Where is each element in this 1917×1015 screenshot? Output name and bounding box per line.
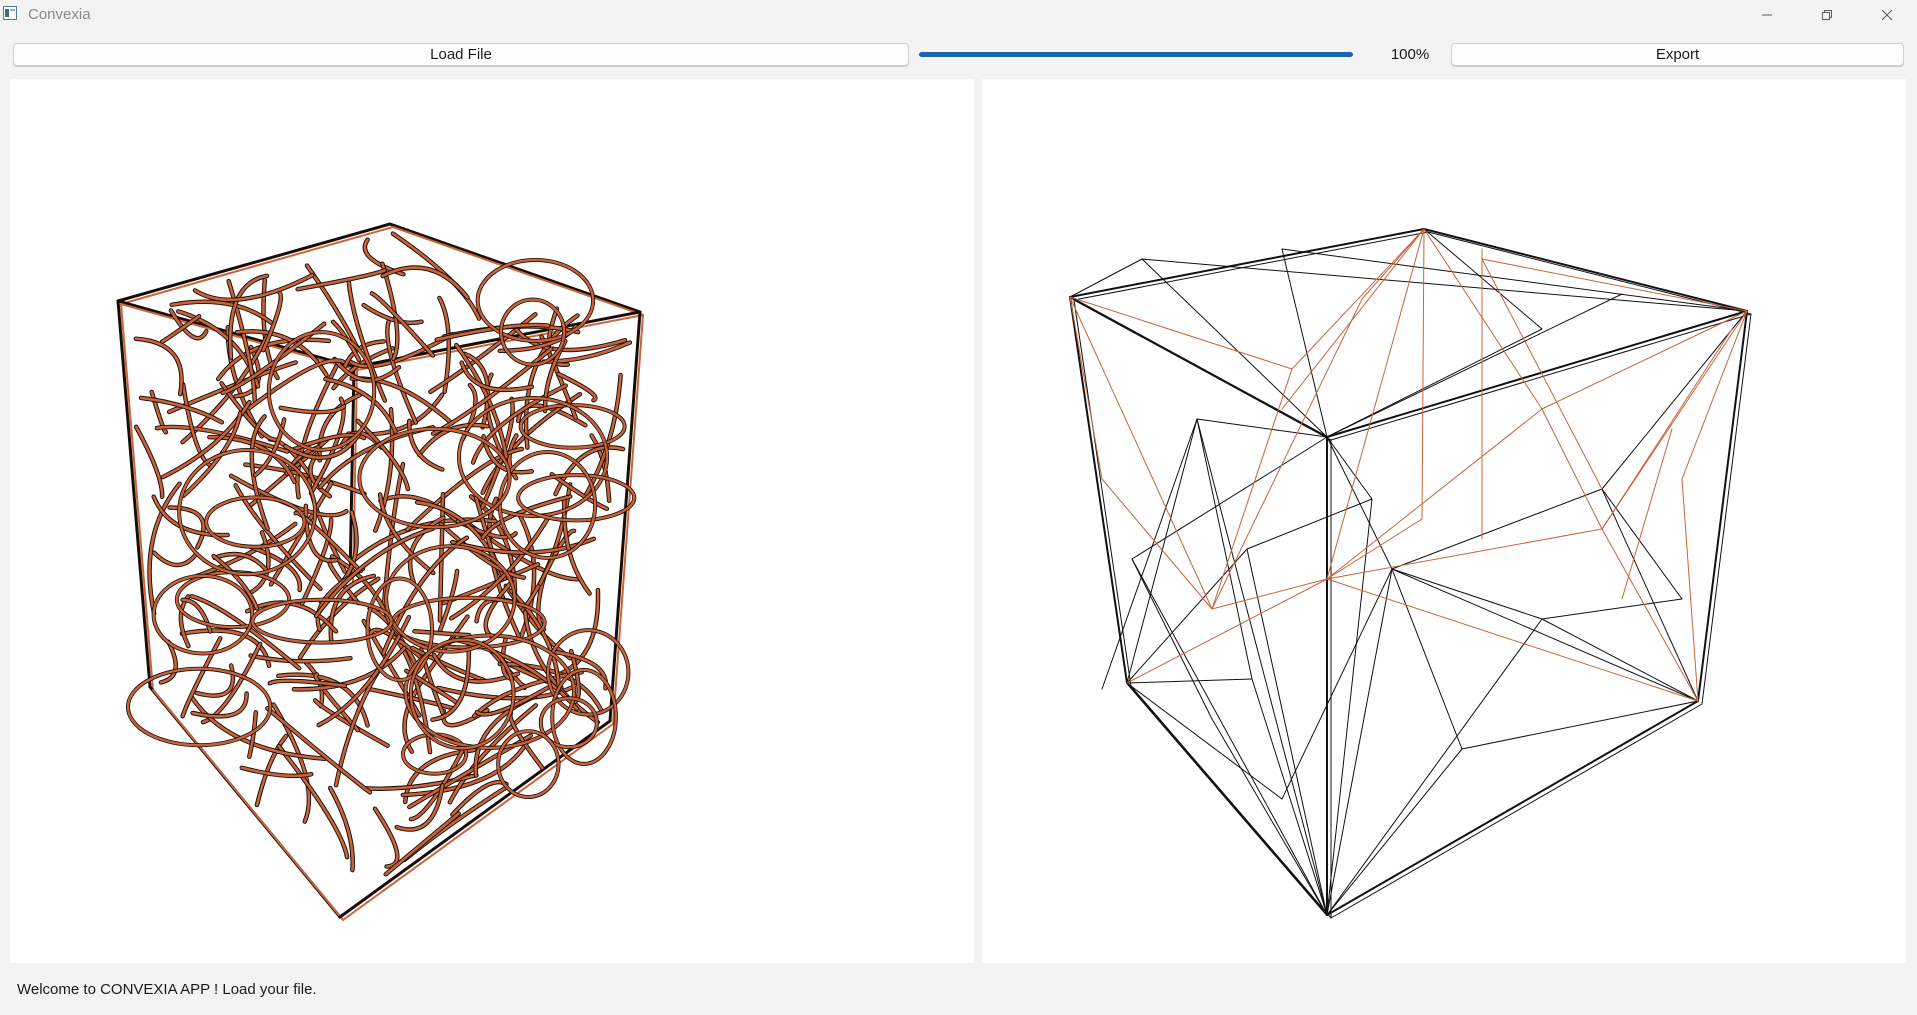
cube-edge <box>1073 299 1132 687</box>
triangulation-edge <box>1126 678 1253 684</box>
triangulation-edge <box>1131 558 1328 916</box>
window-title: Convexia <box>28 6 91 23</box>
triangulation-edge <box>1391 568 1699 702</box>
cube-edge <box>1701 313 1752 705</box>
convex-mesh-render <box>1069 228 1752 919</box>
triangulation-edge <box>1391 568 1463 750</box>
hidden-edge <box>1101 478 1213 610</box>
lattice-mesh-render <box>116 222 644 921</box>
cube-edge <box>152 689 344 921</box>
close-icon <box>1881 9 1893 21</box>
triangulation-edge <box>1391 568 1543 620</box>
progress-label: 100% <box>1390 46 1430 63</box>
lattice-strut <box>138 395 225 425</box>
lattice-strut <box>372 806 400 869</box>
triangulation-edge <box>1326 436 1393 570</box>
cube-edge <box>1326 700 1699 916</box>
hidden-edge <box>1541 310 1748 410</box>
triangulation-edge <box>1461 700 1699 750</box>
restore-icon <box>1822 10 1832 20</box>
hidden-edge <box>1681 478 1699 702</box>
triangulation-edge <box>1326 748 1463 916</box>
triangulation-edge <box>1326 436 1373 500</box>
lattice-strut <box>381 266 469 299</box>
output-mesh-viewport[interactable] <box>982 79 1906 963</box>
load-file-button[interactable]: Load File <box>13 43 909 66</box>
close-button[interactable] <box>1857 0 1917 30</box>
cube-edge <box>116 299 152 689</box>
hidden-edge <box>1601 328 1733 530</box>
cube-edge <box>1326 310 1748 438</box>
hidden-edge <box>1069 296 1213 610</box>
progress-bar <box>919 52 1353 57</box>
input-mesh-viewport[interactable] <box>10 79 974 963</box>
triangulation-edge <box>1541 598 1683 620</box>
progress-fill <box>919 52 1353 57</box>
triangulation-edge <box>1601 488 1699 702</box>
triangulation-edge <box>1601 310 1748 490</box>
lattice-strut <box>133 336 184 397</box>
hidden-edge <box>1541 408 1603 530</box>
triangulation-edge <box>1391 488 1603 570</box>
cube-edge <box>1130 685 1332 919</box>
hidden-edge <box>1421 228 1425 520</box>
lattice-strut <box>391 232 481 320</box>
hidden-edge <box>1126 578 1328 684</box>
triangulation-edge <box>1246 498 1373 550</box>
triangulation-edge <box>1196 418 1253 680</box>
minimize-icon <box>1762 14 1772 16</box>
cube-edge <box>1073 231 1429 301</box>
triangulation-edge <box>1601 488 1683 600</box>
triangulation-edge <box>1281 248 1748 312</box>
triangulation-edge <box>1246 548 1328 916</box>
app-window-icon <box>3 6 17 20</box>
restore-button[interactable] <box>1797 0 1857 30</box>
triangulation-edge <box>1251 678 1328 916</box>
cube-edge <box>1069 228 1425 298</box>
triangulation-edge <box>1211 718 1328 916</box>
triangulation-edge <box>1069 258 1143 298</box>
cube-edge <box>120 303 154 691</box>
lattice-cell <box>204 496 306 548</box>
lattice-strut <box>147 481 182 616</box>
lattice-strut <box>134 337 183 396</box>
triangulation-edge <box>1101 418 1198 690</box>
hidden-edge <box>1211 578 1328 610</box>
triangulation-edge <box>1326 618 1543 916</box>
triangulation-edge <box>1141 258 1748 312</box>
triangulation-edge <box>1141 258 1328 438</box>
status-message: Welcome to CONVEXIA APP ! Load your file… <box>17 981 317 998</box>
triangulation-edge <box>1326 568 1393 916</box>
triangulation-edge <box>1281 248 1328 438</box>
lattice-cell <box>516 473 636 522</box>
cube-edge <box>1073 299 1332 441</box>
hidden-edge <box>1069 296 1103 480</box>
lattice-strut <box>390 231 482 321</box>
lattice-cell <box>358 427 511 529</box>
hidden-edge <box>1326 408 1543 580</box>
lattice-strut <box>133 424 165 499</box>
cube-edge <box>1069 296 1128 684</box>
hidden-edge <box>1481 258 1748 312</box>
title-bar[interactable]: Convexia <box>0 0 1917 30</box>
minimize-button[interactable] <box>1737 0 1797 30</box>
triangulation-edge <box>1281 568 1393 800</box>
export-button[interactable]: Export <box>1451 43 1904 66</box>
lattice-cell <box>551 668 618 766</box>
app-window: Convexia Load File 100% Export Welcome t… <box>0 0 1917 1015</box>
cube-edge <box>1069 296 1328 438</box>
cube-edge <box>1330 703 1703 919</box>
hidden-edge <box>1326 578 1699 702</box>
triangulation-edge <box>1196 418 1328 438</box>
